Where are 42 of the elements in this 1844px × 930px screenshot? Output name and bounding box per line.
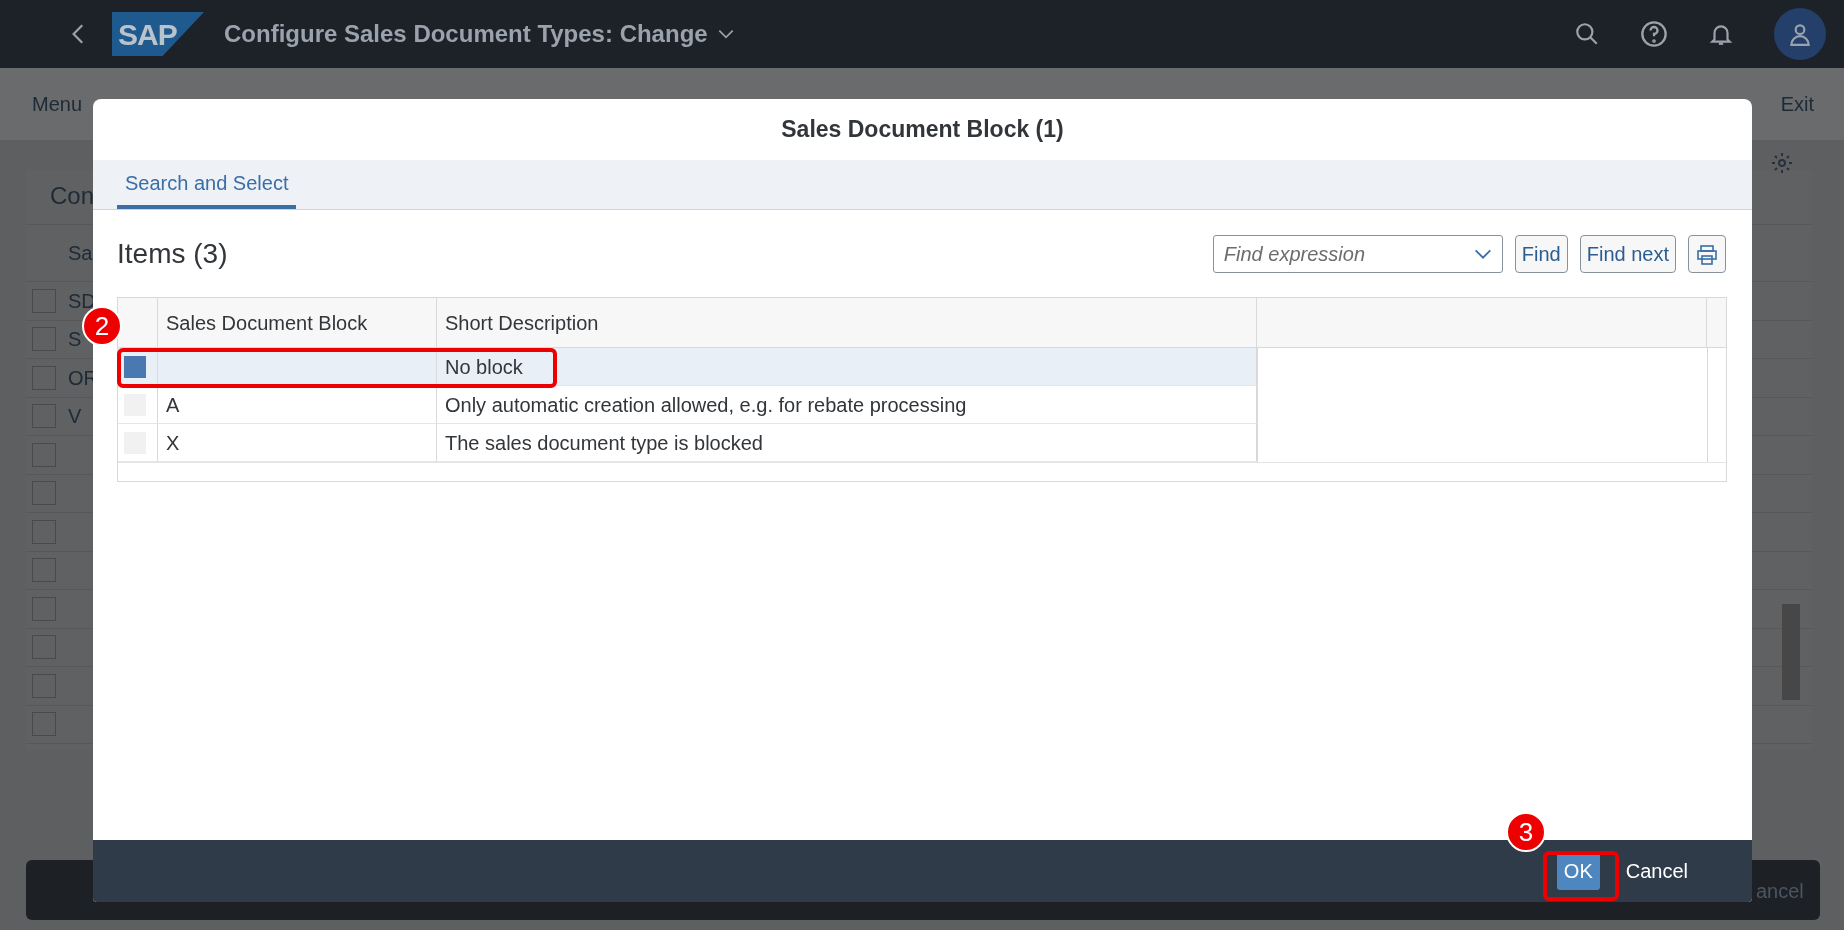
avatar[interactable]	[1774, 8, 1826, 60]
exit-button[interactable]: Exit	[1780, 89, 1814, 119]
find-next-button[interactable]: Find next	[1579, 234, 1676, 273]
checkbox[interactable]	[32, 519, 56, 544]
table-cell-text: X	[166, 430, 180, 456]
printer-icon	[1695, 243, 1719, 268]
checkbox[interactable]	[32, 327, 56, 352]
search-icon[interactable]	[1574, 21, 1600, 47]
column-header: Short Description	[437, 298, 1257, 347]
help-icon[interactable]	[1640, 20, 1668, 48]
checkbox[interactable]	[32, 673, 56, 698]
table-cell-text: The sales document type is blocked	[445, 430, 763, 456]
column-header: Sa	[68, 241, 93, 266]
find-dropdown[interactable]: Find expression	[1212, 234, 1503, 273]
checkbox[interactable]	[32, 365, 56, 390]
find-button[interactable]: Find	[1514, 234, 1568, 273]
checkbox[interactable]	[32, 404, 56, 429]
dialog-title: Sales Document Block (1)	[780, 115, 1065, 145]
checkbox[interactable]	[32, 712, 56, 737]
table-cell-text: No block	[445, 354, 523, 380]
table-cell-text: A	[166, 392, 180, 418]
table-cell-text: Only automatic creation allowed, e.g. for rebate processing	[445, 392, 967, 418]
checkbox[interactable]	[32, 596, 56, 621]
row-selector[interactable]	[124, 355, 146, 378]
checkbox[interactable]	[32, 288, 56, 313]
checkbox[interactable]	[32, 481, 56, 506]
tab[interactable]: Search and Select	[117, 160, 297, 209]
checkbox[interactable]	[32, 442, 56, 467]
settings-icon[interactable]	[1770, 151, 1794, 175]
table-cell-text: S	[68, 327, 82, 353]
items-title: Items (3)	[117, 236, 228, 271]
checkbox[interactable]	[32, 558, 56, 583]
logo: SAP	[112, 12, 204, 56]
column-header: Sales Document Block	[158, 298, 437, 347]
app-title: Configure Sales Document Types: Change	[224, 19, 708, 49]
menu-button[interactable]: Menu	[32, 89, 83, 119]
section-title: Con	[50, 181, 95, 211]
scrollbar-thumb[interactable]	[1782, 604, 1800, 700]
checkbox[interactable]	[32, 635, 56, 660]
print-button[interactable]	[1688, 234, 1726, 273]
table-cell-text: V	[68, 404, 82, 430]
cancel-button[interactable]: Cancel	[1619, 855, 1694, 887]
